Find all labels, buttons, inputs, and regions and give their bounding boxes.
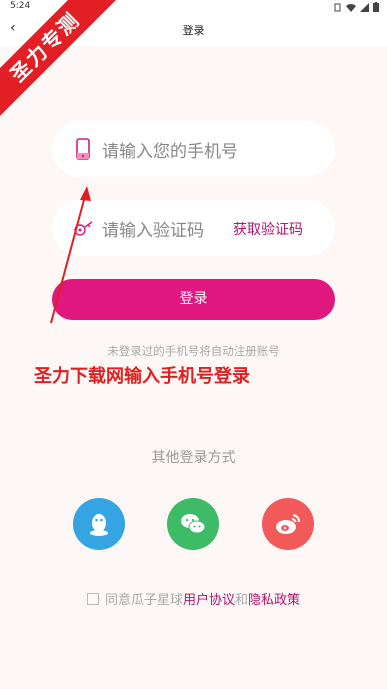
user-agreement-link[interactable]: 用户协议 [183,593,235,608]
annotation-text: 圣力下载网输入手机号登录 [34,366,250,387]
weibo-icon [276,514,300,534]
qq-login-button[interactable] [73,498,125,550]
other-login-title: 其他登录方式 [151,450,236,466]
qq-icon [90,514,108,536]
agreement-and: 和 [235,593,249,608]
annotation-arrow [50,186,91,324]
weibo-login-button[interactable] [262,498,314,550]
agree-checkbox[interactable] [86,593,99,605]
privacy-policy-link[interactable]: 隐私政策 [248,593,300,608]
wechat-icon [181,514,206,534]
agreement-prefix: 同意瓜子星球 [104,593,183,608]
agreement-row: 同意瓜子星球用户协议和隐私政策 [0,589,387,608]
wechat-login-button[interactable] [167,498,219,550]
